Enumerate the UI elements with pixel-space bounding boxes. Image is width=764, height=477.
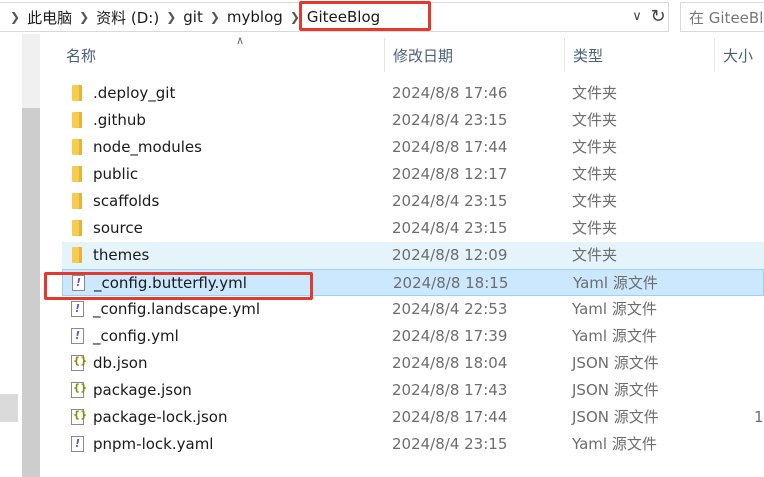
chevron-down-icon[interactable]: ∨ xyxy=(627,4,647,28)
list-item[interactable]: ! pnpm-lock.yaml 2024/8/4 23:15 Yaml 源文件 xyxy=(62,431,764,458)
search-placeholder: 在 GiteeBlog xyxy=(689,8,764,27)
folder-icon xyxy=(72,247,82,263)
file-name: .deploy_git xyxy=(93,84,176,102)
file-type: JSON 源文件 xyxy=(572,408,659,426)
list-item[interactable]: .github 2024/8/4 23:15 文件夹 xyxy=(62,107,764,134)
list-item[interactable]: ! _config.yml 2024/8/8 17:39 Yaml 源文件 xyxy=(62,323,764,350)
file-date: 2024/8/8 17:46 xyxy=(392,84,508,102)
file-date: 2024/8/4 22:53 xyxy=(392,300,508,318)
sort-ascending-icon: ∧ xyxy=(236,34,245,47)
file-type: Yaml 源文件 xyxy=(573,274,658,292)
file-type: 文件夹 xyxy=(572,138,618,156)
file-type: JSON 源文件 xyxy=(572,354,659,372)
list-item[interactable]: source 2024/8/4 23:15 文件夹 xyxy=(62,215,764,242)
file-date: 2024/8/4 23:15 xyxy=(392,111,508,129)
column-label-type: 类型 xyxy=(573,46,604,65)
file-date: 2024/8/8 12:17 xyxy=(392,165,508,183)
column-label-name: 名称 xyxy=(66,46,97,65)
column-header-size[interactable]: 大小 xyxy=(715,38,764,72)
json-file-icon: {} xyxy=(71,409,87,425)
annotation-highlight-box xyxy=(299,1,431,31)
column-header-row: 名称 ∧ 修改日期 类型 大小 xyxy=(40,34,764,72)
address-bar-row: ❯ 此电脑 ❯ 资料 (D:) ❯ git ❯ myblog ❯ GiteeBl… xyxy=(0,0,764,34)
file-date: 2024/8/8 17:43 xyxy=(392,381,508,399)
file-date: 2024/8/8 12:09 xyxy=(392,246,508,264)
breadcrumb-drive-d[interactable]: 资料 (D:) xyxy=(96,7,159,28)
list-item[interactable]: public 2024/8/8 12:17 文件夹 xyxy=(62,161,764,188)
list-scrollbar[interactable] xyxy=(22,34,40,477)
folder-icon xyxy=(72,85,82,101)
file-name: _config.landscape.yml xyxy=(93,300,260,318)
breadcrumb-chevron-icon[interactable]: ❯ xyxy=(166,10,176,24)
file-date: 2024/8/8 17:44 xyxy=(392,138,508,156)
file-date: 2024/8/4 23:15 xyxy=(392,219,508,237)
file-list: .deploy_git 2024/8/8 17:46 文件夹 .github 2… xyxy=(62,80,764,458)
file-name: package-lock.json xyxy=(93,408,228,426)
list-item[interactable]: node_modules 2024/8/8 17:44 文件夹 xyxy=(62,134,764,161)
column-label-size: 大小 xyxy=(723,46,754,65)
breadcrumb-this-pc[interactable]: 此电脑 xyxy=(27,7,72,28)
file-type: 文件夹 xyxy=(572,246,618,264)
file-name: .github xyxy=(93,111,146,129)
list-item[interactable]: scaffolds 2024/8/4 23:15 文件夹 xyxy=(62,188,764,215)
list-item[interactable]: {} db.json 2024/8/8 18:04 JSON 源文件 xyxy=(62,350,764,377)
file-name: pnpm-lock.yaml xyxy=(93,435,214,453)
folder-icon xyxy=(72,139,82,155)
list-item[interactable]: {} package.json 2024/8/8 17:43 JSON 源文件 xyxy=(62,377,764,404)
navigation-pane[interactable] xyxy=(0,34,22,477)
breadcrumb-chevron-icon[interactable]: ❯ xyxy=(79,10,89,24)
file-type: Yaml 源文件 xyxy=(572,435,657,453)
list-item[interactable]: .deploy_git 2024/8/8 17:46 文件夹 xyxy=(62,80,764,107)
file-type: 文件夹 xyxy=(572,84,618,102)
file-name: scaffolds xyxy=(93,192,160,210)
file-type: Yaml 源文件 xyxy=(572,300,657,318)
yaml-file-icon: ! xyxy=(71,436,84,452)
file-date: 2024/8/4 23:15 xyxy=(392,435,508,453)
file-date: 2024/8/8 17:39 xyxy=(392,327,508,345)
search-input[interactable]: 在 GiteeBlog xyxy=(680,2,764,32)
list-item[interactable]: {} package-lock.json 2024/8/8 17:44 JSON… xyxy=(62,404,764,431)
refresh-icon[interactable]: ↻ xyxy=(648,4,668,28)
file-date: 2024/8/4 23:15 xyxy=(392,192,508,210)
json-file-icon: {} xyxy=(71,382,87,398)
file-name: node_modules xyxy=(93,138,202,156)
file-name: source xyxy=(93,219,143,237)
breadcrumb-myblog[interactable]: myblog xyxy=(227,8,283,26)
yaml-file-icon: ! xyxy=(71,301,84,317)
file-date: 2024/8/8 18:15 xyxy=(393,274,509,292)
file-type: 文件夹 xyxy=(572,192,618,210)
column-header-type[interactable]: 类型 xyxy=(565,38,715,72)
list-item-hovered[interactable]: themes 2024/8/8 12:09 文件夹 xyxy=(62,242,764,269)
file-name: db.json xyxy=(93,354,148,372)
column-header-date[interactable]: 修改日期 xyxy=(385,38,565,72)
file-size: 1 xyxy=(754,408,764,426)
annotation-highlight-box xyxy=(44,272,313,300)
list-scrollbar-thumb[interactable] xyxy=(22,108,40,477)
file-date: 2024/8/8 17:44 xyxy=(392,408,508,426)
list-item[interactable]: ! _config.landscape.yml 2024/8/4 22:53 Y… xyxy=(62,296,764,323)
column-label-date: 修改日期 xyxy=(393,46,454,65)
file-type: Yaml 源文件 xyxy=(572,327,657,345)
file-name: public xyxy=(93,165,139,183)
file-type: JSON 源文件 xyxy=(572,381,659,399)
breadcrumb-chevron-icon[interactable]: ❯ xyxy=(10,10,20,24)
json-file-icon: {} xyxy=(71,355,87,371)
file-type: 文件夹 xyxy=(572,165,618,183)
file-type: 文件夹 xyxy=(572,111,618,129)
folder-icon xyxy=(72,193,82,209)
file-name: _config.yml xyxy=(93,327,179,345)
yaml-file-icon: ! xyxy=(71,328,84,344)
file-name: package.json xyxy=(93,381,192,399)
file-type: 文件夹 xyxy=(572,219,618,237)
file-date: 2024/8/8 18:04 xyxy=(392,354,508,372)
file-name: themes xyxy=(93,246,150,264)
breadcrumb-chevron-icon[interactable]: ❯ xyxy=(210,10,220,24)
column-header-name[interactable]: 名称 ∧ xyxy=(58,34,385,72)
breadcrumb-git[interactable]: git xyxy=(183,8,203,26)
folder-icon xyxy=(72,220,82,236)
nav-pane-scrollbar-thumb[interactable] xyxy=(0,394,18,422)
folder-icon xyxy=(72,112,82,128)
folder-icon xyxy=(72,166,82,182)
